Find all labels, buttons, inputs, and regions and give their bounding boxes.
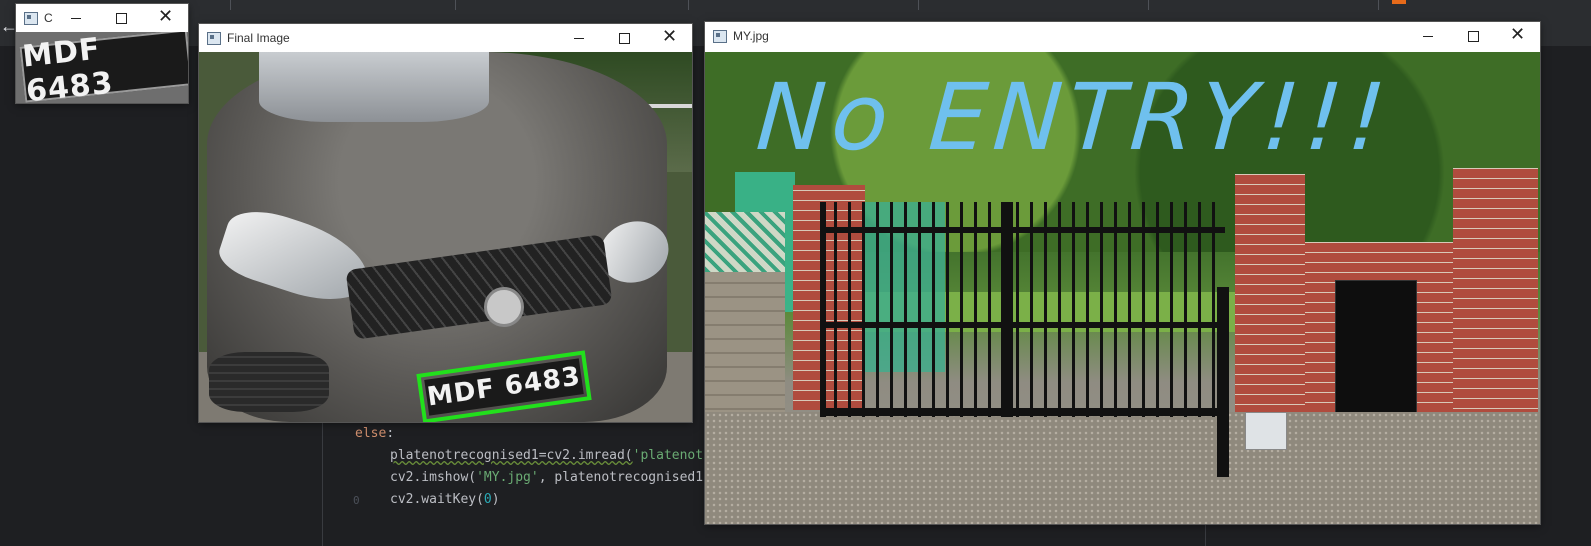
final-window-titlebar[interactable]: Final Image ✕ [199,24,692,52]
code-text: , platenotrecognised1 [538,470,704,485]
no-entry-text: No ENTRY!!! [753,64,1396,171]
gate-bars[interactable] [820,202,1225,417]
minimize-icon[interactable] [1405,22,1450,50]
gutter-marker: 0 [353,494,360,507]
crop-window[interactable]: C ✕ MDF 6483 [16,4,188,103]
gate-post-right [1217,287,1229,477]
code-text: ) [491,492,500,507]
code-line-else: else: [355,426,394,441]
trellis [705,212,785,272]
car-emblem [484,287,524,327]
code-string: 'platenot [632,448,704,463]
gravel-driveway [705,412,1540,524]
code-number: 0 [483,492,492,507]
gate-rail-bottom [820,408,1225,416]
code-text: cv2.imshow( [390,470,477,485]
windshield [259,52,489,122]
code-line-waitkey: cv2.waitKey(0) [390,492,500,507]
gate-post-left [820,202,826,417]
gate-rail-top [820,227,1225,233]
close-icon[interactable]: ✕ [647,24,692,52]
crop-window-titlebar[interactable]: C ✕ [16,4,188,32]
crop-window-title: C [44,11,53,25]
final-image: MDF 6483 [199,52,692,422]
code-text: cv2.waitKey( [390,492,484,507]
ide-tab-marker [1392,0,1406,4]
code-keyword: else [355,426,387,441]
code-string: 'MY.jpg' [476,470,539,485]
app-icon [713,30,727,43]
gate-motor-box [1245,412,1287,450]
black-cabinet [1335,280,1417,432]
code-line-imread: platenotrecognised1=cv2.imread('platenot [390,448,703,463]
close-icon[interactable]: ✕ [1495,22,1540,50]
my-window-title: MY.jpg [733,29,769,43]
code-text: platenotrecognised1=cv2.imread( [390,448,633,463]
app-icon [207,32,221,45]
lower-bumper [209,352,329,412]
maximize-icon[interactable] [601,24,646,52]
minimize-icon[interactable] [53,4,93,32]
my-jpg-window[interactable]: MY.jpg ✕ No ENTRY!!! [705,22,1540,524]
code-line-imshow: cv2.imshow('MY.jpg', platenotrecognised1 [390,470,703,485]
maximize-icon[interactable] [98,4,138,32]
gate-image: No ENTRY!!! [705,52,1540,524]
minimize-icon[interactable] [556,24,601,52]
my-window-titlebar[interactable]: MY.jpg ✕ [705,22,1540,52]
crop-image: MDF 6483 [16,32,188,103]
gate-post-middle [1001,202,1013,417]
plate-text-crop: MDF 6483 [19,32,188,103]
app-icon [24,12,38,25]
code-text: : [386,426,395,441]
final-image-window[interactable]: Final Image ✕ MDF 6483 [199,24,692,422]
gate-rail-middle [820,322,1225,328]
final-window-title: Final Image [227,31,290,45]
maximize-icon[interactable] [1450,22,1495,50]
close-icon[interactable]: ✕ [143,4,188,32]
